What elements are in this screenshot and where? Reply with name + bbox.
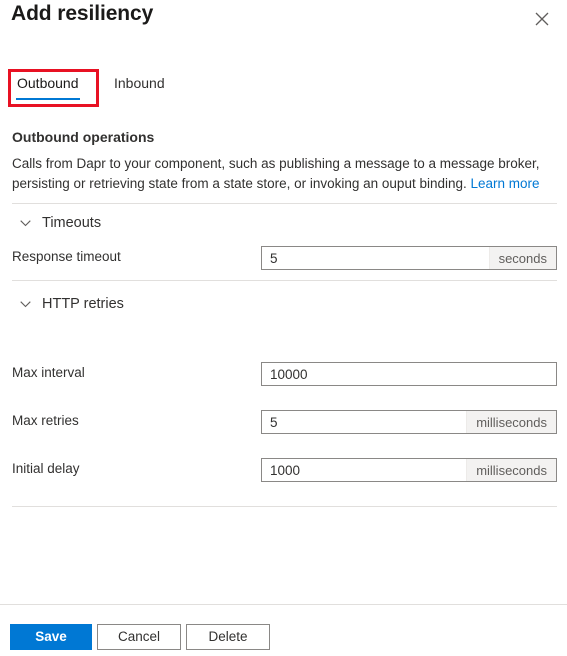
divider bbox=[12, 203, 557, 204]
divider bbox=[12, 280, 557, 281]
tab-outbound[interactable]: Outbound bbox=[16, 72, 80, 100]
section-title: Outbound operations bbox=[12, 129, 155, 145]
group-header-timeouts[interactable]: Timeouts bbox=[20, 215, 101, 231]
chevron-down-icon bbox=[20, 296, 31, 312]
panel-footer: Save Cancel Delete bbox=[0, 604, 567, 656]
label-initial-delay: Initial delay bbox=[12, 461, 80, 476]
section-description-text: Calls from Dapr to your component, such … bbox=[12, 156, 540, 191]
tab-list: Outbound Inbound bbox=[12, 72, 567, 106]
learn-more-link[interactable]: Learn more bbox=[471, 176, 540, 191]
panel-header: Add resiliency bbox=[0, 0, 567, 56]
tab-inbound[interactable]: Inbound bbox=[113, 72, 166, 100]
form-row-response-timeout: Response timeout seconds bbox=[0, 246, 567, 270]
suffix-max-retries: milliseconds bbox=[466, 411, 556, 433]
input-initial-delay[interactable] bbox=[262, 459, 467, 481]
group-header-http-retries[interactable]: HTTP retries bbox=[20, 296, 124, 312]
input-response-timeout[interactable] bbox=[262, 247, 489, 269]
field-response-timeout[interactable]: seconds bbox=[261, 246, 557, 270]
group-label-timeouts: Timeouts bbox=[42, 215, 102, 231]
section-description: Calls from Dapr to your component, such … bbox=[12, 154, 558, 194]
label-max-retries: Max retries bbox=[12, 413, 79, 428]
field-initial-delay[interactable]: milliseconds bbox=[261, 458, 557, 482]
divider bbox=[12, 506, 557, 507]
field-max-interval[interactable] bbox=[261, 362, 557, 386]
input-max-interval[interactable] bbox=[262, 363, 556, 385]
save-button[interactable]: Save bbox=[10, 624, 92, 650]
form-row-initial-delay: Initial delay milliseconds bbox=[0, 458, 567, 482]
form-row-max-retries: Max retries milliseconds bbox=[0, 410, 567, 434]
suffix-initial-delay: milliseconds bbox=[466, 459, 556, 481]
panel-content: Outbound operations Calls from Dapr to y… bbox=[0, 118, 567, 604]
group-label-http-retries: HTTP retries bbox=[42, 296, 124, 312]
chevron-down-icon bbox=[20, 215, 31, 231]
page-title: Add resiliency bbox=[11, 2, 154, 25]
label-max-interval: Max interval bbox=[12, 365, 85, 380]
suffix-response-timeout: seconds bbox=[488, 247, 556, 269]
input-max-retries[interactable] bbox=[262, 411, 467, 433]
delete-button[interactable]: Delete bbox=[186, 624, 270, 650]
field-max-retries[interactable]: milliseconds bbox=[261, 410, 557, 434]
form-row-max-interval: Max interval bbox=[0, 362, 567, 386]
label-response-timeout: Response timeout bbox=[12, 249, 121, 264]
cancel-button[interactable]: Cancel bbox=[97, 624, 181, 650]
close-icon[interactable] bbox=[531, 8, 553, 30]
